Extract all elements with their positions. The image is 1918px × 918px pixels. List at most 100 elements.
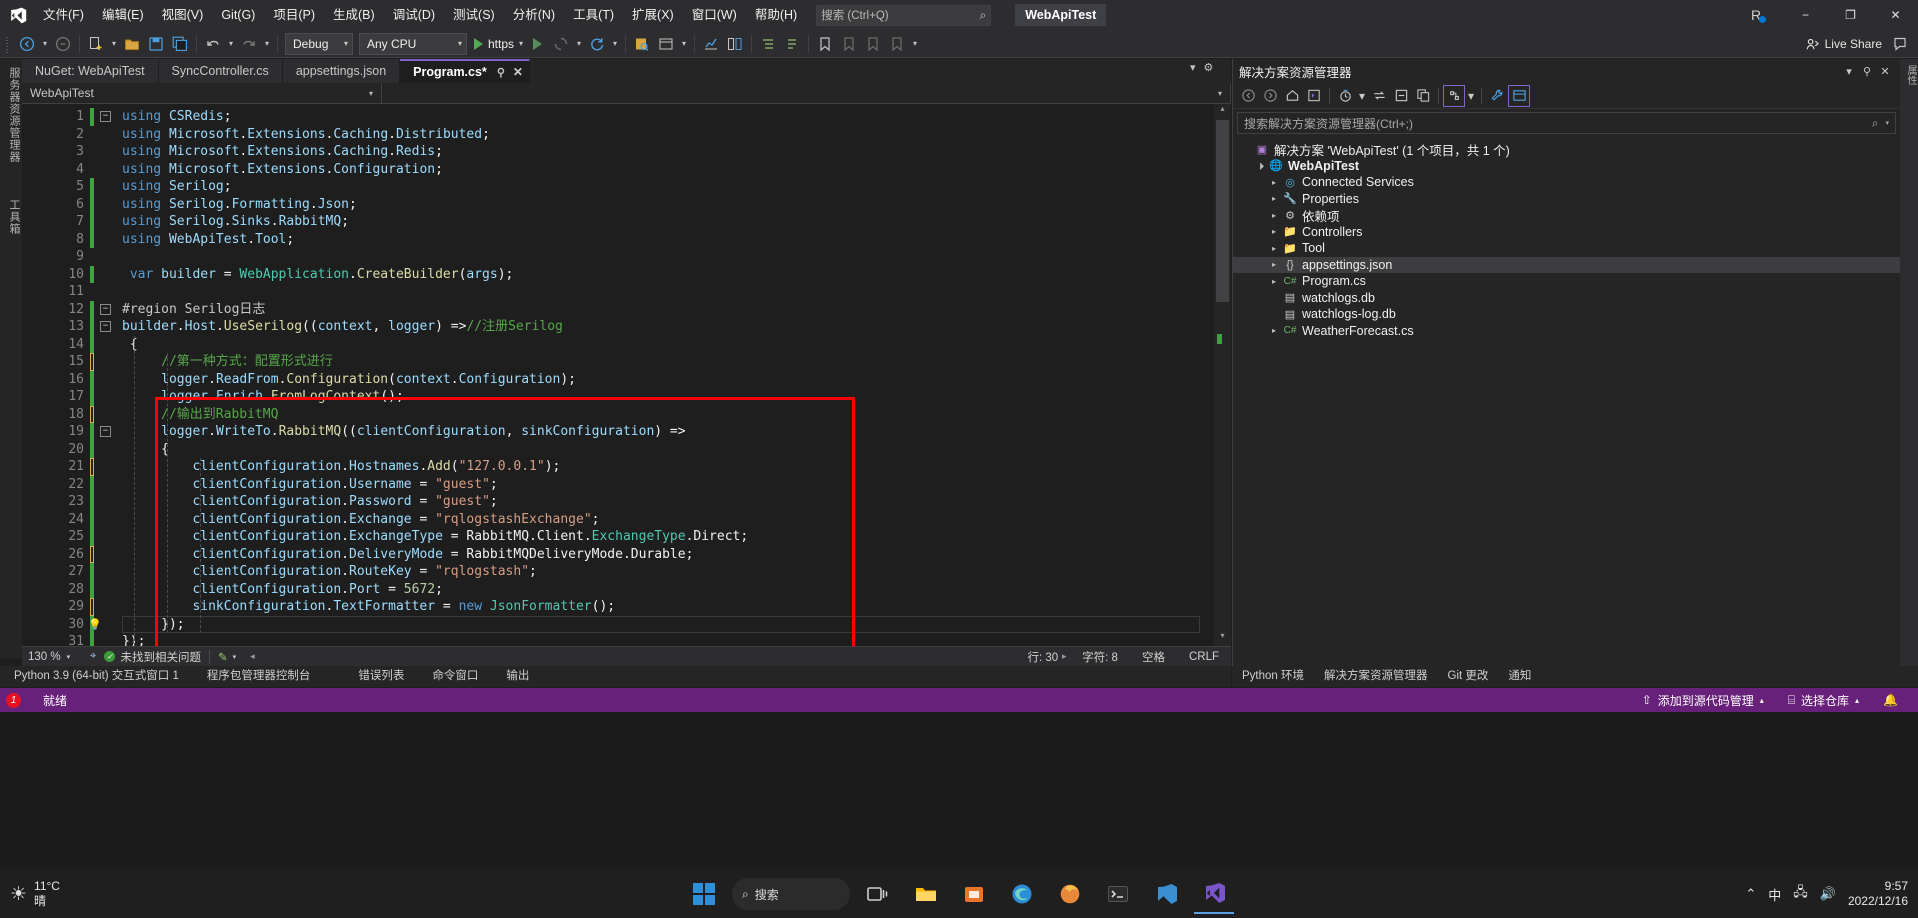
- platform-combo[interactable]: Any CPU ▾: [359, 32, 467, 55]
- code-line[interactable]: 4 using Microsoft.Extensions.Configuratio…: [22, 161, 1231, 179]
- undo-icon[interactable]: [201, 32, 225, 56]
- code-line[interactable]: 27 clientConfiguration.RouteKey = "rqlog…: [22, 563, 1231, 581]
- clear-bookmarks-icon[interactable]: [885, 32, 909, 56]
- code-line[interactable]: 21 clientConfiguration.Hostnames.Add("12…: [22, 458, 1231, 476]
- visual-studio-icon[interactable]: [1194, 874, 1234, 914]
- code-line[interactable]: 1 − using CSRedis;: [22, 108, 1231, 126]
- tree-item[interactable]: ▸ ◎ Connected Services: [1233, 174, 1900, 191]
- start-debug-button[interactable]: https ▾: [470, 32, 525, 56]
- code-line[interactable]: 14 {: [22, 335, 1231, 353]
- code-line[interactable]: 11: [22, 283, 1231, 301]
- preview-icon[interactable]: [1508, 84, 1530, 107]
- menu-view[interactable]: 视图(V): [153, 0, 213, 30]
- code-line[interactable]: 17 logger.Enrich.FromLogContext();: [22, 388, 1231, 406]
- navbar-project-dropdown[interactable]: WebApiTest ▾: [22, 82, 382, 104]
- menu-git[interactable]: Git(G): [212, 0, 264, 30]
- code-line[interactable]: 6 using Serilog.Formatting.Json;: [22, 195, 1231, 213]
- expand-arrow-icon[interactable]: ▸: [1267, 277, 1281, 286]
- find-in-files-icon[interactable]: [630, 32, 654, 56]
- properties-icon[interactable]: [1486, 85, 1508, 107]
- comment-icon[interactable]: [780, 32, 804, 56]
- se-tab-git-changes[interactable]: Git 更改: [1438, 666, 1499, 687]
- menu-debug[interactable]: 调试(D): [384, 0, 444, 30]
- bookmark-icon[interactable]: [813, 32, 837, 56]
- edge-icon[interactable]: [1002, 874, 1042, 914]
- indentation-indicator[interactable]: 空格: [1130, 649, 1177, 665]
- code-text-area[interactable]: 1− using CSRedis; 2 using Microsoft.Extensi…: [22, 104, 1231, 646]
- quick-launch-search[interactable]: 搜索 (Ctrl+Q) ⌕: [816, 4, 992, 26]
- fold-toggle-icon[interactable]: −: [100, 321, 111, 332]
- solution-tree[interactable]: ▣ 解决方案 'WebApiTest' (1 个项目，共 1 个) ◢ 🌐 WebApi…: [1233, 137, 1900, 339]
- windows-start-icon[interactable]: [684, 874, 724, 914]
- toolbar-overflow[interactable]: ▾: [909, 32, 921, 56]
- code-line[interactable]: 3 using Microsoft.Extensions.Caching.Redi…: [22, 143, 1231, 161]
- panel-tab-error-list[interactable]: 错误列表: [324, 666, 418, 687]
- code-line[interactable]: 23 clientConfiguration.Password = "guest…: [22, 493, 1231, 511]
- new-item-icon[interactable]: [84, 32, 108, 56]
- select-repository[interactable]: ⌸ 选择仓库 ▴: [1776, 692, 1871, 709]
- tree-item[interactable]: ▤ watchlogs-log.db: [1233, 306, 1900, 323]
- code-line[interactable]: 30 💡 });: [22, 615, 1231, 633]
- menu-project[interactable]: 项目(P): [264, 0, 324, 30]
- se-tab-solution-explorer[interactable]: 解决方案资源管理器: [1314, 666, 1438, 687]
- expand-arrow-icon[interactable]: ▸: [1267, 326, 1281, 335]
- line-ending-indicator[interactable]: CRLF: [1177, 651, 1231, 663]
- network-icon[interactable]: 🖧: [1793, 883, 1808, 905]
- pending-changes-icon[interactable]: [1334, 85, 1356, 107]
- chevron-down-icon[interactable]: ▾: [519, 39, 523, 48]
- vertical-tab-server-explorer[interactable]: 服务器资源管理器: [0, 59, 22, 171]
- code-line[interactable]: 20 {: [22, 440, 1231, 458]
- code-line[interactable]: 26 clientConfiguration.DeliveryMode = Ra…: [22, 545, 1231, 563]
- code-line[interactable]: 2 using Microsoft.Extensions.Caching.Dist…: [22, 126, 1231, 144]
- code-line[interactable]: 9: [22, 248, 1231, 266]
- store-icon[interactable]: [954, 874, 994, 914]
- menu-tools[interactable]: 工具(T): [564, 0, 623, 30]
- terminal-icon[interactable]: [1098, 874, 1138, 914]
- redo-icon[interactable]: [237, 32, 261, 56]
- tree-item[interactable]: ▣ 解决方案 'WebApiTest' (1 个项目，共 1 个): [1233, 141, 1900, 158]
- account-avatar[interactable]: R: [1743, 2, 1769, 28]
- chevron-down-icon[interactable]: ▾: [1465, 85, 1477, 107]
- hot-reload-icon[interactable]: [549, 32, 573, 56]
- open-folder-icon[interactable]: [120, 32, 144, 56]
- toolbar-grip[interactable]: [5, 34, 12, 53]
- minimize-button[interactable]: −: [1783, 0, 1828, 30]
- menu-test[interactable]: 测试(S): [444, 0, 504, 30]
- tab-program-cs[interactable]: Program.cs* ⚲ ✕: [400, 59, 530, 83]
- taskbar-clock[interactable]: 9:57 2022/12/16: [1848, 879, 1908, 909]
- window-layout-dropdown[interactable]: ▾: [678, 32, 690, 56]
- code-line[interactable]: 15 //第一种方式：配置形式进行: [22, 353, 1231, 371]
- expand-arrow-icon[interactable]: ▸: [1267, 244, 1281, 253]
- chevron-down-icon[interactable]: ▾: [1190, 61, 1196, 74]
- profiler-icon[interactable]: [699, 32, 723, 56]
- chevron-down-icon[interactable]: ▾: [233, 653, 237, 661]
- home-icon[interactable]: [1281, 85, 1303, 107]
- task-view-icon[interactable]: [858, 874, 898, 914]
- indent-icon[interactable]: [756, 32, 780, 56]
- panel-tab-python-interactive[interactable]: Python 3.9 (64-bit) 交互式窗口 1: [0, 666, 193, 687]
- configuration-combo[interactable]: Debug ▾: [285, 32, 353, 55]
- fold-toggle-icon[interactable]: −: [100, 111, 111, 122]
- solution-explorer-search[interactable]: 搜索解决方案资源管理器(Ctrl+;) ⌕ ▾: [1237, 112, 1896, 134]
- expand-arrow-icon[interactable]: ▸: [1267, 211, 1281, 220]
- navbar-member-dropdown[interactable]: ▾: [382, 82, 1231, 104]
- collapse-arrow-icon[interactable]: ◢: [1252, 158, 1268, 174]
- restore-button[interactable]: ❐: [1828, 0, 1873, 30]
- forward-icon[interactable]: [1259, 85, 1281, 107]
- vscode-icon[interactable]: [1146, 874, 1186, 914]
- menu-help[interactable]: 帮助(H): [746, 0, 806, 30]
- previous-bookmark-icon[interactable]: [837, 32, 861, 56]
- new-item-dropdown[interactable]: ▾: [108, 32, 120, 56]
- file-explorer-icon[interactable]: [906, 874, 946, 914]
- error-count-badge[interactable]: 1: [6, 692, 21, 708]
- zoom-control[interactable]: 130 % ▾: [22, 651, 90, 663]
- add-to-source-control[interactable]: ⇧ 添加到源代码管理 ▴: [1630, 692, 1776, 709]
- redo-dropdown[interactable]: ▾: [261, 32, 273, 56]
- show-all-files-icon[interactable]: [1443, 84, 1465, 107]
- navigate-forward-icon[interactable]: [51, 32, 75, 56]
- code-line[interactable]: 12 − #region Serilog日志: [22, 300, 1231, 318]
- tree-item[interactable]: ▸ 📁 Tool: [1233, 240, 1900, 257]
- input-cn-icon[interactable]: 中: [1768, 885, 1781, 904]
- close-button[interactable]: ✕: [1873, 0, 1918, 30]
- collapse-all-icon[interactable]: [1390, 85, 1412, 107]
